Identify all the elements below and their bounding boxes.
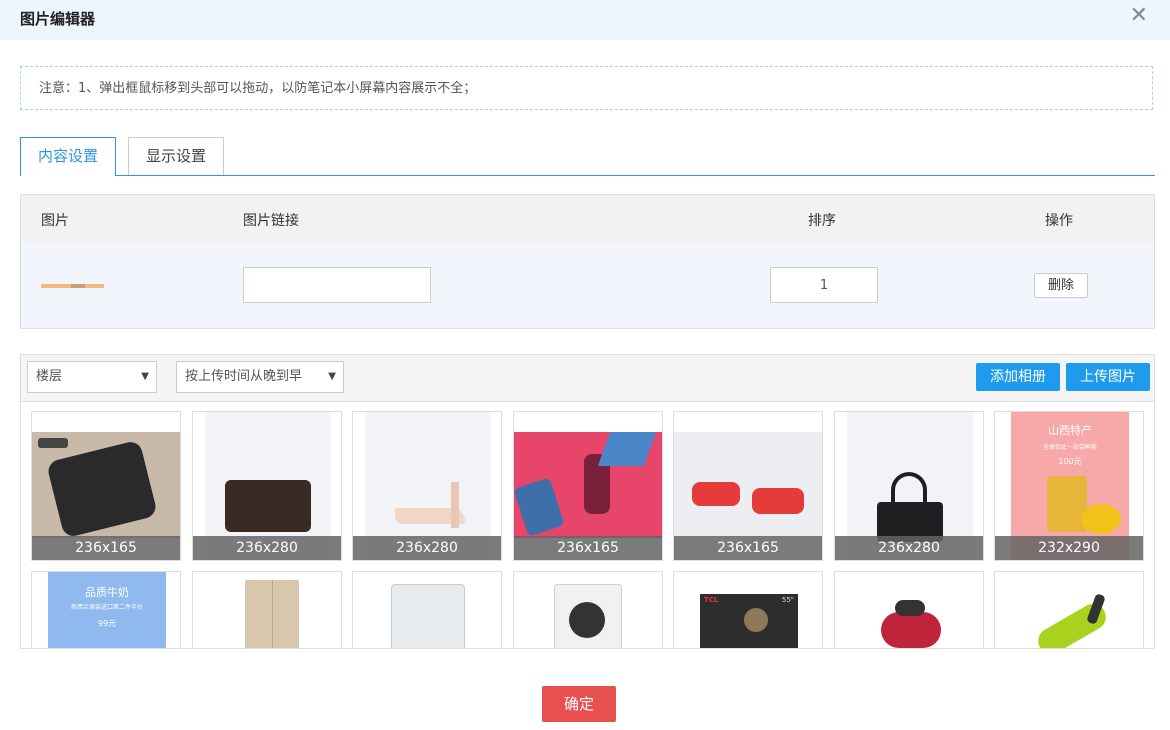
image-table: 图片 图片链接 排序 操作 删除 xyxy=(20,194,1155,329)
image-size-caption: 236x165 xyxy=(674,536,822,560)
header-image: 图片 xyxy=(41,213,69,229)
confirm-button[interactable]: 确定 xyxy=(542,686,616,722)
row-image-thumbnail xyxy=(41,284,104,288)
table-header: 图片 图片链接 排序 操作 xyxy=(21,195,1154,242)
gallery-item[interactable]: 236x280 xyxy=(834,411,984,561)
image-size-caption: 236x165 xyxy=(514,536,662,560)
gallery-image xyxy=(353,572,501,648)
promo-title: 品质牛奶 xyxy=(85,586,129,599)
gallery-item[interactable]: 236x165 xyxy=(513,411,663,561)
floor-select-value: 楼层 xyxy=(36,369,63,384)
upload-image-button[interactable]: 上传图片 xyxy=(1066,363,1150,391)
gallery-image: 品质牛奶 新西兰原装进口第二件半价 99元 xyxy=(48,572,166,648)
close-icon[interactable]: ✕ xyxy=(1130,5,1148,27)
header-link: 图片链接 xyxy=(243,213,299,229)
image-size-caption: 232x290 xyxy=(995,536,1143,560)
floor-select[interactable]: 楼层 ▼ xyxy=(27,361,157,393)
delete-button[interactable]: 删除 xyxy=(1034,273,1088,298)
gallery-image xyxy=(32,432,180,539)
promo-subtitle: 新西兰原装进口第二件半价 xyxy=(70,604,143,611)
promo-price: 100元 xyxy=(1058,457,1082,466)
chevron-down-icon: ▼ xyxy=(328,371,336,382)
gallery-image xyxy=(514,432,662,538)
chevron-down-icon: ▼ xyxy=(141,371,149,382)
image-link-input[interactable] xyxy=(243,267,431,303)
gallery-item[interactable]: TCL 55" xyxy=(673,571,823,648)
gallery-item[interactable] xyxy=(834,571,984,648)
tv-size: 55" xyxy=(781,596,794,604)
promo-price: 99元 xyxy=(97,619,117,628)
gallery-item[interactable] xyxy=(192,571,342,648)
gallery-item[interactable] xyxy=(513,571,663,648)
tab-display-settings[interactable]: 显示设置 xyxy=(128,137,224,175)
header-sort: 排序 xyxy=(808,213,836,229)
gallery-image xyxy=(674,432,822,538)
image-size-caption: 236x280 xyxy=(835,536,983,560)
tv-brand: TCL xyxy=(704,596,719,604)
tab-content-settings[interactable]: 内容设置 xyxy=(20,137,116,176)
promo-subtitle: 全球仅此一款尝鲜套 xyxy=(1042,444,1097,451)
gallery-item[interactable]: 236x165 xyxy=(673,411,823,561)
header-action: 操作 xyxy=(1045,213,1073,229)
gallery-item[interactable]: 236x165 xyxy=(31,411,181,561)
sort-select-value: 按上传时间从晚到早 xyxy=(185,369,303,384)
gallery-image xyxy=(995,572,1143,648)
gallery-image: TCL 55" xyxy=(700,594,798,648)
dialog-header[interactable]: 图片编辑器 ✕ xyxy=(0,0,1170,40)
dialog-title: 图片编辑器 xyxy=(20,10,96,28)
tab-bar: 内容设置 显示设置 xyxy=(20,137,1155,176)
promo-title: 山西特产 xyxy=(1048,424,1092,437)
add-album-button[interactable]: 添加相册 xyxy=(976,363,1060,391)
gallery-item[interactable] xyxy=(352,571,502,648)
image-size-caption: 236x280 xyxy=(353,536,501,560)
notice-box: 注意：1、弹出框鼠标移到头部可以拖动，以防笔记本小屏幕内容展示不全； xyxy=(20,66,1153,110)
image-size-caption: 236x280 xyxy=(193,536,341,560)
gallery-image xyxy=(514,572,662,648)
sort-order-input[interactable] xyxy=(770,267,878,303)
gallery-item[interactable]: 品质牛奶 新西兰原装进口第二件半价 99元 xyxy=(31,571,181,648)
image-size-caption: 236x165 xyxy=(32,536,180,560)
gallery-item[interactable]: 山西特产 全球仅此一款尝鲜套 100元 232x290 xyxy=(994,411,1144,561)
gallery-item[interactable] xyxy=(994,571,1144,648)
sort-select[interactable]: 按上传时间从晚到早 ▼ xyxy=(176,361,344,393)
gallery-item[interactable]: 236x280 xyxy=(352,411,502,561)
gallery-item[interactable]: 236x280 xyxy=(192,411,342,561)
image-gallery: 楼层 ▼ 按上传时间从晚到早 ▼ 添加相册 上传图片 236x165 236x2… xyxy=(20,354,1155,649)
table-row: 删除 xyxy=(21,242,1154,328)
gallery-image xyxy=(835,572,983,648)
gallery-image xyxy=(193,572,341,648)
gallery-toolbar: 楼层 ▼ 按上传时间从晚到早 ▼ 添加相册 上传图片 xyxy=(21,355,1154,402)
